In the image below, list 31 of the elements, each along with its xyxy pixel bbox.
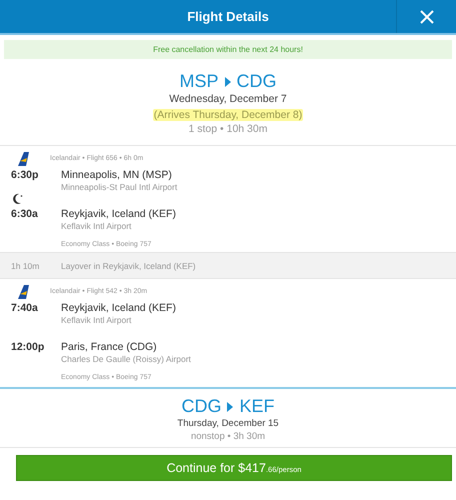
airplane-tail-icon <box>15 152 29 166</box>
trip-date: Thursday, December 15 <box>176 418 280 429</box>
airplane-tail-icon <box>15 285 29 299</box>
close-icon <box>420 10 434 24</box>
layover-text: Layover in Reykjavik, Iceland (KEF) <box>61 260 196 270</box>
airport-name: Minneapolis-St Paul Intl Airport <box>61 182 178 193</box>
departure-time: 7:40a <box>10 302 39 314</box>
airport-name: Keflavik Intl Airport <box>61 315 132 326</box>
moon-icon <box>11 193 23 205</box>
cancellation-notice: Free cancellation within the next 24 hours! <box>4 40 452 59</box>
triangle-arrow-icon <box>224 76 230 86</box>
airport-name: Keflavik Intl Airport <box>61 221 132 232</box>
destination-code: KEF <box>239 396 274 417</box>
window-title: Flight Details <box>186 9 270 24</box>
origin-code: MSP <box>179 71 218 92</box>
trip-date: Wednesday, December 7 <box>168 93 288 105</box>
layover-duration: 1h 10m <box>10 260 40 270</box>
airport-name: Charles De Gaulle (Roissy) Airport <box>61 354 191 365</box>
destination-code: CDG <box>236 71 276 92</box>
origin-code: CDG <box>181 396 222 417</box>
city-name: Reykjavik, Iceland (KEF) <box>61 302 176 315</box>
city-name: Paris, France (CDG) <box>61 341 158 354</box>
arrival-note: (Arrives Thursday, December 8) <box>152 109 304 121</box>
trip-summary: nonstop • 3h 30m <box>190 431 266 442</box>
triangle-arrow-icon <box>227 402 234 412</box>
trip-summary: 1 stop • 10h 30m <box>188 123 268 135</box>
departure-time: 12:00p <box>10 341 46 353</box>
city-name: Reykjavik, Iceland (KEF) <box>61 208 176 221</box>
departure-time: 6:30p <box>10 169 40 181</box>
departure-time: 6:30a <box>10 208 39 220</box>
city-name: Minneapolis, MN (MSP) <box>61 169 173 182</box>
